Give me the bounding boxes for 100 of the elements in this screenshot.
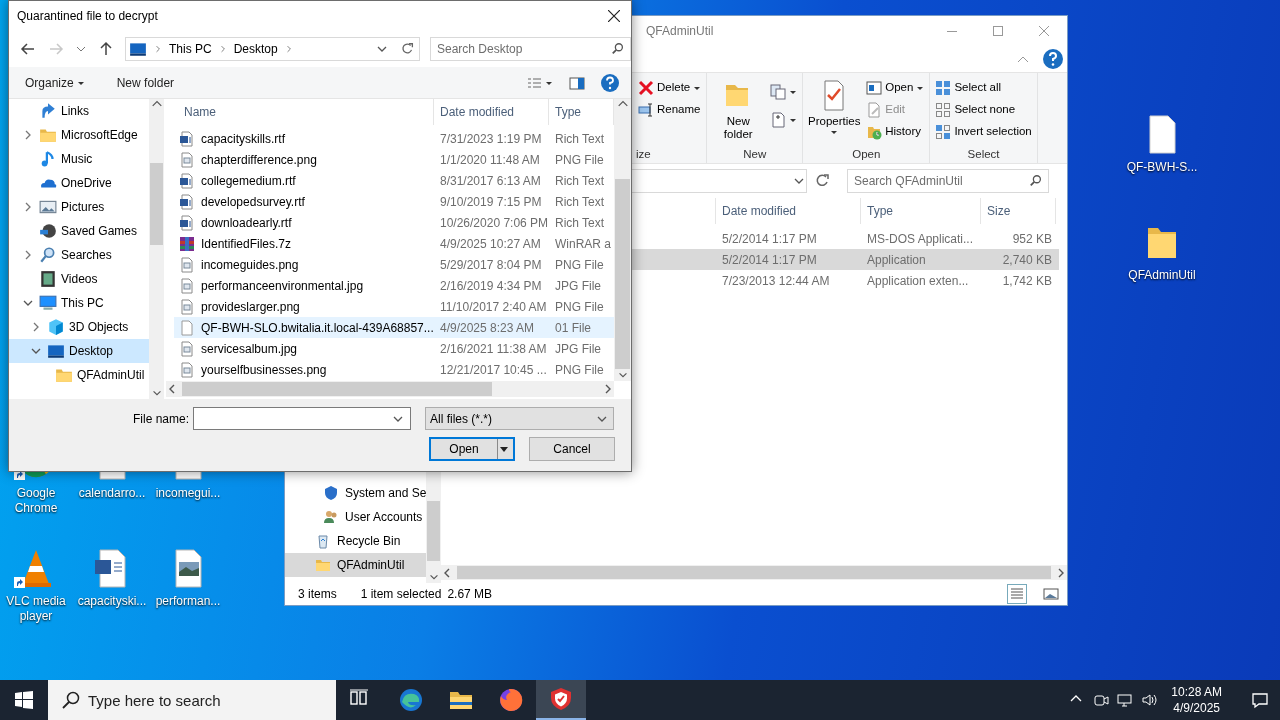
column-header[interactable]: Date modified xyxy=(434,99,549,125)
document-icon xyxy=(179,130,195,147)
table-cell: WinRAR a xyxy=(555,236,611,251)
nav-item[interactable]: Recycle Bin xyxy=(285,529,426,553)
column-header[interactable]: Size xyxy=(981,198,1056,224)
table-cell: Rich Text xyxy=(555,194,605,209)
file-row[interactable]: collegemedium.rtf 8/31/2017 6:13 AM Rich Text xyxy=(174,170,614,191)
group-label: Open xyxy=(851,147,882,162)
breadcrumb-item[interactable]: This PC xyxy=(169,40,212,58)
scrollbar[interactable] xyxy=(441,565,1067,580)
address-bar[interactable]: This PC Desktop xyxy=(125,37,420,61)
tree-item[interactable]: Music xyxy=(9,147,149,171)
breadcrumb-item[interactable]: Desktop xyxy=(233,40,278,58)
nav-item[interactable]: System and Se xyxy=(285,481,426,505)
column-header[interactable]: Date modified xyxy=(716,198,861,224)
open-split-button[interactable]: Open xyxy=(429,437,515,461)
file-name: collegemedium.rtf xyxy=(201,172,296,190)
table-cell: 5/2/2014 1:17 PM xyxy=(722,252,817,267)
table-cell: Application xyxy=(867,252,926,267)
list-icon xyxy=(1009,586,1025,602)
file-row[interactable]: servicesalbum.jpg 2/16/2021 11:38 AM JPG File xyxy=(174,338,614,359)
column-header[interactable]: Name xyxy=(164,99,434,125)
ribbon-button[interactable]: New folder xyxy=(710,77,767,146)
image-file-icon xyxy=(179,340,195,357)
ribbon-button[interactable]: Invert selection xyxy=(933,121,1034,143)
table-cell: 11/10/2017 2:40 AM xyxy=(440,299,547,314)
file-row[interactable]: downloadearly.rtf 10/26/2020 7:06 PM Rich Text xyxy=(174,212,614,233)
tree-item[interactable]: QFAdminUtil xyxy=(9,363,149,387)
clock-time[interactable]: 10:28 AM xyxy=(1171,684,1222,700)
caret-icon xyxy=(789,116,798,124)
group-label: New xyxy=(742,147,768,162)
ribbon-button[interactable]: Rename xyxy=(636,99,704,121)
window-icon xyxy=(866,80,883,96)
ribbon-button[interactable]: Delete xyxy=(636,77,704,99)
back-arrow-icon xyxy=(20,41,36,57)
document-icon xyxy=(179,172,195,189)
scroll-thumb[interactable] xyxy=(150,163,163,245)
tree-item[interactable]: Pictures xyxy=(9,195,149,219)
scroll-thumb[interactable] xyxy=(615,179,630,369)
tree-item[interactable]: Desktop xyxy=(9,339,149,363)
column-header[interactable]: Type xyxy=(861,198,981,224)
field-label: File name: xyxy=(131,410,189,428)
icon-label[interactable]: QF-BWH-S... xyxy=(1125,160,1199,175)
file-row[interactable]: provideslarger.png 11/10/2017 2:40 AM PNG File xyxy=(174,296,614,317)
file-name: provideslarger.png xyxy=(201,298,300,316)
file-name: servicesalbum.jpg xyxy=(201,340,298,358)
tree-item[interactable]: Links xyxy=(9,99,149,123)
scrollbar[interactable] xyxy=(149,99,164,399)
taskbar-app[interactable] xyxy=(536,680,586,720)
table-cell: JPG File xyxy=(555,278,601,293)
scrollbar[interactable] xyxy=(166,381,614,397)
file-row[interactable]: yourselfbusinesses.png 12/21/2017 10:45 ... PNG File xyxy=(174,359,614,380)
tree-item[interactable]: OneDrive xyxy=(9,171,149,195)
tree-item[interactable]: Searches xyxy=(9,243,149,267)
scroll-thumb[interactable] xyxy=(457,566,1051,579)
caret-icon xyxy=(830,128,839,136)
ribbon-button[interactable]: Properties xyxy=(806,77,863,146)
icon-label[interactable]: QFAdminUtil xyxy=(1125,268,1199,283)
nav-item[interactable]: User Accounts xyxy=(285,505,426,529)
nav-item[interactable]: QFAdminUtil xyxy=(285,553,426,577)
up-arrow-icon xyxy=(98,41,114,57)
file-type-dropdown[interactable]: All files (*.*) xyxy=(425,407,614,430)
ribbon-button[interactable]: Select all xyxy=(933,77,1034,99)
help-button[interactable] xyxy=(599,71,621,94)
computer-icon xyxy=(39,294,57,312)
details-view-button[interactable] xyxy=(1007,584,1027,604)
cancel-button[interactable]: Cancel xyxy=(529,437,615,461)
table-cell: PNG File xyxy=(555,152,604,167)
file-name-field[interactable] xyxy=(193,407,411,430)
table-cell: Rich Text xyxy=(555,215,605,230)
tree-item[interactable]: This PC xyxy=(9,291,149,315)
scroll-thumb[interactable] xyxy=(427,501,440,561)
scrollbar[interactable] xyxy=(614,99,631,381)
tree-item[interactable]: MicrosoftEdge xyxy=(9,123,149,147)
monitor-icon xyxy=(47,342,65,360)
ribbon-button[interactable]: History xyxy=(864,121,927,143)
table-cell: 5/2/2014 1:17 PM xyxy=(722,231,817,246)
fox-globe-icon xyxy=(499,688,523,712)
ribbon-button[interactable]: Select none xyxy=(933,99,1034,121)
clock-date[interactable]: 4/9/2025 xyxy=(1173,700,1220,716)
windows-logo-icon xyxy=(15,691,33,709)
scroll-thumb[interactable] xyxy=(182,382,492,396)
file-row[interactable]: performanceenvironmental.jpg 2/16/2019 4:34 PM JPG File xyxy=(174,275,614,296)
file-row[interactable]: developedsurvey.rtf 9/10/2019 7:15 PM Rich Text xyxy=(174,191,614,212)
maximize-icon xyxy=(993,26,1003,36)
ribbon-button[interactable]: Open xyxy=(864,77,927,99)
table-cell: 4/9/2025 10:27 AM xyxy=(440,236,541,251)
toolbar-button[interactable]: Organize xyxy=(23,71,87,94)
table-cell: PNG File xyxy=(555,257,604,272)
file-row[interactable]: QF-BWH-SLO.bwitalia.it.local-439A68857... 4/9/2025 8:23 AM 01 File xyxy=(174,317,614,338)
table-cell: JPG File xyxy=(555,341,601,356)
search-field[interactable]: Search Desktop xyxy=(430,37,631,61)
search-field[interactable]: Search QFAdminUtil xyxy=(847,169,1049,193)
tree-item[interactable]: Saved Games xyxy=(9,219,149,243)
tree-item[interactable]: Videos xyxy=(9,267,149,291)
taskbar-search-field[interactable]: Type here to search xyxy=(48,680,336,720)
toolbar-button[interactable]: New folder xyxy=(114,71,177,94)
file-row[interactable]: chapterdifference.png 1/1/2020 11:48 AM PNG File xyxy=(174,149,614,170)
file-row[interactable]: capacityskills.rtf 7/31/2023 1:19 PM Rich Text xyxy=(174,128,614,149)
tree-item[interactable]: 3D Objects xyxy=(9,315,149,339)
